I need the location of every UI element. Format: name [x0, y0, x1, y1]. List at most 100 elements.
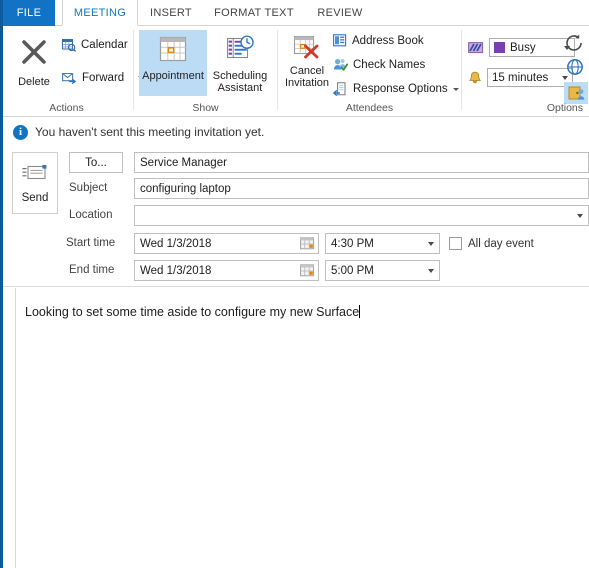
- to-button[interactable]: To...: [69, 152, 123, 173]
- show-as-value: Busy: [510, 41, 536, 54]
- ribbon-group-divider: [461, 30, 462, 110]
- window-left-accent-bar: [0, 0, 3, 568]
- to-field[interactable]: Service Manager: [134, 152, 589, 173]
- end-time-field[interactable]: 5:00 PM: [325, 260, 440, 281]
- subject-label: Subject: [69, 182, 108, 194]
- forward-envelope-icon: [62, 71, 77, 84]
- subject-field[interactable]: configuring laptop: [134, 178, 589, 199]
- appointment-label: Appointment: [142, 70, 204, 82]
- to-button-label: To...: [85, 156, 107, 169]
- info-icon: i: [13, 124, 28, 140]
- body-text-value: Looking to set some time aside to config…: [25, 305, 360, 319]
- outlook-meeting-window: FILE MEETING INSERT FORMAT TEXT REVIEW D: [0, 0, 589, 568]
- tab-meeting[interactable]: MEETING: [62, 0, 138, 26]
- location-field[interactable]: [134, 205, 589, 226]
- tab-file[interactable]: FILE: [3, 0, 55, 26]
- date-picker-icon[interactable]: [299, 236, 316, 251]
- body-gutter-line: [15, 288, 16, 568]
- ribbon: Delete Calendar Forward Actions Appointm…: [0, 26, 589, 117]
- time-zones-button[interactable]: [566, 58, 586, 81]
- forward-label: Forward: [82, 71, 125, 84]
- response-options-button[interactable]: Response Options: [333, 82, 459, 96]
- checkbox-box[interactable]: [449, 237, 462, 250]
- tab-meeting-label: MEETING: [73, 6, 127, 19]
- address-book-icon: [333, 34, 347, 47]
- chevron-down-icon[interactable]: [577, 213, 583, 218]
- tab-format-text[interactable]: FORMAT TEXT: [203, 0, 305, 26]
- tab-insert-label: INSERT: [150, 7, 192, 19]
- start-time-value: 4:30 PM: [331, 237, 374, 250]
- calendar-button[interactable]: Calendar: [62, 38, 128, 52]
- appointment-calendar-icon: [158, 35, 188, 66]
- cancel-invitation-label: Cancel Invitation: [284, 65, 330, 89]
- meeting-header-form: Send To... Service Manager Subject confi…: [3, 146, 589, 287]
- location-label: Location: [69, 209, 113, 221]
- reminder-value: 15 minutes: [492, 71, 549, 84]
- show-as-combo[interactable]: Busy: [489, 38, 575, 57]
- response-options-icon: [333, 82, 348, 96]
- start-time-label: Start time: [66, 237, 116, 249]
- start-date-value: Wed 1/3/2018: [140, 237, 212, 250]
- check-names-label: Check Names: [353, 58, 426, 71]
- show-as-icon: [468, 41, 484, 55]
- show-as-row: Busy: [468, 38, 575, 57]
- delete-label: Delete: [18, 76, 50, 88]
- meeting-body-text[interactable]: Looking to set some time aside to config…: [25, 304, 565, 320]
- calendar-label: Calendar: [81, 39, 128, 51]
- text-cursor: [359, 305, 361, 318]
- show-as-color-swatch: [494, 42, 505, 53]
- end-time-label: End time: [69, 264, 115, 276]
- ribbon-tab-bar: FILE MEETING INSERT FORMAT TEXT REVIEW: [0, 0, 589, 26]
- group-label-options: Options: [546, 102, 583, 114]
- end-time-value: 5:00 PM: [331, 264, 374, 277]
- reminder-combo[interactable]: 15 minutes: [487, 68, 573, 87]
- send-label: Send: [21, 191, 49, 204]
- subject-value: configuring laptop: [140, 182, 231, 195]
- all-day-event-checkbox[interactable]: All day event: [449, 237, 534, 250]
- all-day-event-label: All day event: [468, 237, 534, 250]
- send-button[interactable]: Send: [12, 152, 58, 214]
- reminder-row: 15 minutes: [468, 68, 573, 87]
- check-names-button[interactable]: Check Names: [333, 58, 425, 71]
- room-finder-button[interactable]: [564, 82, 588, 104]
- cancel-invitation-button[interactable]: Cancel Invitation: [283, 30, 331, 96]
- group-label-actions: Actions: [49, 102, 84, 114]
- tab-insert[interactable]: INSERT: [143, 0, 199, 26]
- scheduling-assistant-label: Scheduling Assistant: [212, 70, 268, 94]
- info-bar: i You haven't sent this meeting invitati…: [3, 118, 589, 146]
- cancel-invitation-icon: [293, 34, 321, 63]
- to-value: Service Manager: [140, 156, 227, 169]
- chevron-down-icon[interactable]: [452, 87, 459, 91]
- scheduling-assistant-button[interactable]: Scheduling Assistant: [209, 30, 271, 96]
- check-names-icon: [333, 58, 348, 71]
- calendar-icon: [62, 38, 76, 52]
- address-book-label: Address Book: [352, 34, 424, 47]
- tab-review[interactable]: REVIEW: [309, 0, 371, 26]
- end-date-field[interactable]: Wed 1/3/2018: [134, 260, 319, 281]
- start-date-field[interactable]: Wed 1/3/2018: [134, 233, 319, 254]
- response-options-label: Response Options: [353, 83, 448, 95]
- group-label-attendees: Attendees: [345, 102, 394, 114]
- chevron-down-icon[interactable]: [428, 241, 434, 246]
- info-bar-message: You haven't sent this meeting invitation…: [35, 125, 265, 139]
- delete-button[interactable]: Delete: [10, 32, 58, 94]
- start-time-field[interactable]: 4:30 PM: [325, 233, 440, 254]
- recurrence-button[interactable]: [566, 34, 586, 57]
- send-envelope-icon: [21, 163, 49, 186]
- ribbon-group-divider: [133, 30, 134, 110]
- address-book-button[interactable]: Address Book: [333, 34, 424, 47]
- ribbon-group-divider: [277, 30, 278, 110]
- tab-format-text-label: FORMAT TEXT: [214, 7, 294, 19]
- tab-review-label: REVIEW: [317, 7, 363, 19]
- appointment-button[interactable]: Appointment: [139, 30, 207, 96]
- forward-button[interactable]: Forward: [62, 71, 145, 84]
- reminder-bell-icon: [468, 71, 482, 85]
- group-label-show: Show: [192, 102, 219, 114]
- tab-file-label: FILE: [16, 7, 42, 19]
- end-date-value: Wed 1/3/2018: [140, 264, 212, 277]
- delete-x-icon: [19, 37, 49, 70]
- date-picker-icon[interactable]: [299, 263, 316, 278]
- scheduling-assistant-icon: [225, 35, 255, 66]
- chevron-down-icon[interactable]: [428, 268, 434, 273]
- meeting-body-area[interactable]: Looking to set some time aside to config…: [3, 288, 589, 568]
